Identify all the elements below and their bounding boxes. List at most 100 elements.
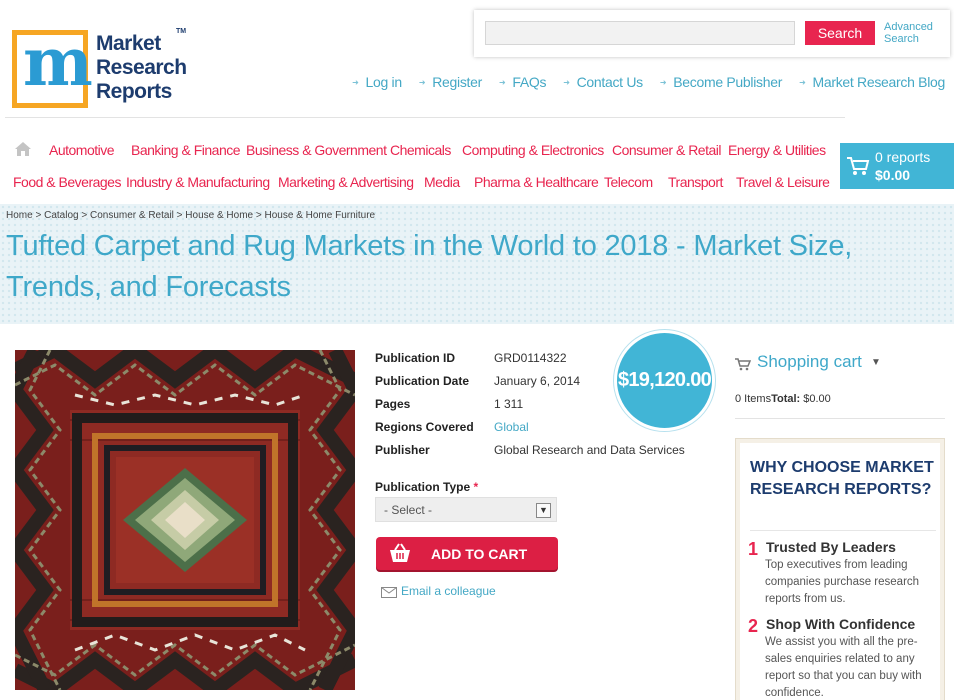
- category-industry-manufacturing[interactable]: Industry & Manufacturing: [126, 174, 270, 190]
- add-to-cart-button[interactable]: ADD TO CART: [376, 537, 558, 570]
- page-title: Tufted Carpet and Rug Markets in the Wor…: [6, 230, 853, 303]
- detail-label: Pages: [375, 397, 411, 411]
- breadcrumb-sep: >: [81, 210, 90, 221]
- detail-label: Publication Date: [375, 374, 470, 388]
- breadcrumb-home[interactable]: Home: [6, 210, 33, 221]
- why-choose-panel: WHY CHOOSE MARKET RESEARCH REPORTS? 1 Tr…: [735, 438, 945, 700]
- category-banking-finance[interactable]: Banking & Finance: [131, 142, 241, 158]
- category-food-beverages[interactable]: Food & Beverages: [13, 174, 121, 190]
- category-consumer-retail[interactable]: Consumer & Retail: [612, 142, 722, 158]
- reason-body: We assist you with all the pre-sales enq…: [765, 636, 922, 699]
- shopping-cart-label: Shopping cart: [757, 352, 862, 371]
- header-divider: [5, 117, 845, 118]
- category-business-government[interactable]: Business & Government: [246, 142, 387, 158]
- product-image: [15, 350, 355, 690]
- contact-us-link[interactable]: ➜ Contact Us: [563, 74, 643, 90]
- blog-link[interactable]: ➜ Market Research Blog: [799, 74, 945, 90]
- logo-line-3: Reports: [96, 80, 172, 103]
- header-cart[interactable]: 0 reports $0.00: [840, 143, 954, 189]
- basket-icon: [390, 543, 410, 562]
- arrow-icon: ➜: [659, 77, 667, 87]
- reason-number: 1: [748, 539, 759, 559]
- arrow-icon: ➜: [799, 77, 806, 87]
- detail-value: Global Research and Data Services: [494, 443, 685, 457]
- category-nav-row-1: Automotive Banking & Finance Business & …: [0, 142, 840, 160]
- cart-total-value: $0.00: [803, 393, 831, 405]
- breadcrumb-catalog[interactable]: Catalog: [44, 210, 78, 221]
- breadcrumb-sep: >: [176, 210, 186, 221]
- login-label: Log in: [365, 74, 402, 90]
- category-media[interactable]: Media: [424, 174, 460, 190]
- advanced-search-line-1: Advanced: [884, 21, 933, 33]
- arrow-icon: ➜: [352, 77, 359, 87]
- cart-total-label: Total:: [771, 393, 801, 405]
- logo-wordmark: Market Research Reports: [96, 32, 187, 104]
- register-link[interactable]: ➜ Register: [419, 74, 482, 90]
- price-badge: $19,120.00: [614, 330, 715, 431]
- faqs-label: FAQs: [512, 74, 547, 90]
- site-logo[interactable]: m Market Research Reports TM: [12, 28, 192, 110]
- cart-total: $0.00: [875, 167, 911, 183]
- search-button[interactable]: Search: [805, 21, 875, 45]
- breadcrumb-sep: >: [255, 210, 265, 221]
- category-pharma-healthcare[interactable]: Pharma & Healthcare: [474, 174, 599, 190]
- publication-type-text: Publication Type: [375, 480, 471, 494]
- search-input[interactable]: [485, 21, 795, 45]
- required-mark: *: [473, 480, 479, 494]
- publication-type-select[interactable]: - Select - ▼: [375, 497, 557, 522]
- become-publisher-link[interactable]: ➜ Become Publisher: [659, 74, 783, 90]
- cart-items-count: 0 Items: [735, 393, 772, 405]
- logo-line-1: Market: [96, 32, 161, 55]
- breadcrumb: Home > Catalog > Consumer & Retail > Hou…: [6, 210, 375, 221]
- category-computing-electronics[interactable]: Computing & Electronics: [462, 142, 604, 158]
- why-choose-divider: [750, 530, 936, 531]
- logo-mark: m: [12, 29, 93, 108]
- search-panel: Search Advanced Search: [474, 10, 950, 57]
- category-telecom[interactable]: Telecom: [604, 174, 653, 190]
- category-nav-row-2: Food & Beverages Industry & Manufacturin…: [0, 174, 840, 192]
- breadcrumb-house-home-furniture[interactable]: House & Home Furniture: [265, 210, 376, 221]
- detail-value: GRD0114322: [494, 351, 567, 365]
- category-energy-utilities[interactable]: Energy & Utilities: [728, 142, 826, 158]
- advanced-search-link[interactable]: Advanced Search: [884, 21, 946, 45]
- detail-value: January 6, 2014: [494, 374, 581, 388]
- breadcrumb-sep: >: [35, 210, 45, 221]
- sidebar-cart-summary: 0 ItemsTotal: $0.00: [735, 393, 831, 405]
- register-label: Register: [432, 74, 482, 90]
- category-marketing-advertising[interactable]: Marketing & Advertising: [278, 174, 414, 190]
- cart-report-count: 0 reports: [875, 149, 931, 165]
- category-travel-leisure[interactable]: Travel & Leisure: [736, 174, 830, 190]
- login-link[interactable]: ➜ Log in: [352, 74, 402, 90]
- chevron-down-icon: ▼: [536, 503, 551, 518]
- arrow-icon: ➜: [563, 77, 570, 87]
- reason-heading: Trusted By Leaders: [766, 539, 896, 555]
- arrow-icon: ➜: [498, 77, 506, 87]
- cart-icon: [847, 157, 870, 175]
- publication-type-label: Publication Type *: [375, 480, 478, 494]
- cart-icon: [735, 358, 751, 371]
- detail-label: Publisher: [375, 443, 430, 457]
- faqs-link[interactable]: ➜ FAQs: [498, 74, 547, 90]
- logo-trademark: TM: [176, 28, 187, 35]
- breadcrumb-house-home[interactable]: House & Home: [185, 210, 253, 221]
- sidebar-divider: [735, 418, 945, 419]
- reason-number: 2: [748, 616, 759, 636]
- advanced-search-line-2: Search: [884, 33, 919, 45]
- category-automotive[interactable]: Automotive: [49, 142, 115, 158]
- logo-letter: m: [23, 23, 93, 101]
- detail-label: Publication ID: [375, 351, 456, 365]
- category-transport[interactable]: Transport: [668, 174, 723, 190]
- logo-line-2: Research: [96, 56, 187, 79]
- category-chemicals[interactable]: Chemicals: [390, 142, 451, 158]
- add-to-cart-label: ADD TO CART: [431, 546, 528, 562]
- region-link[interactable]: Global: [494, 420, 529, 434]
- breadcrumb-consumer-retail[interactable]: Consumer & Retail: [90, 210, 174, 221]
- cart-summary-text: 0 reports $0.00: [875, 148, 930, 184]
- chevron-down-icon: ▼: [871, 357, 881, 368]
- arrow-icon: ➜: [418, 77, 426, 87]
- reason-body: Top executives from leading companies pu…: [765, 559, 920, 605]
- top-links: ➜ Log in ➜ Register ➜ FAQs ➜ Contact Us ➜ Bec…: [335, 74, 945, 90]
- contact-us-label: Contact Us: [576, 74, 644, 90]
- detail-label: Regions Covered: [375, 420, 474, 434]
- email-colleague-label: Email a colleague: [401, 584, 496, 598]
